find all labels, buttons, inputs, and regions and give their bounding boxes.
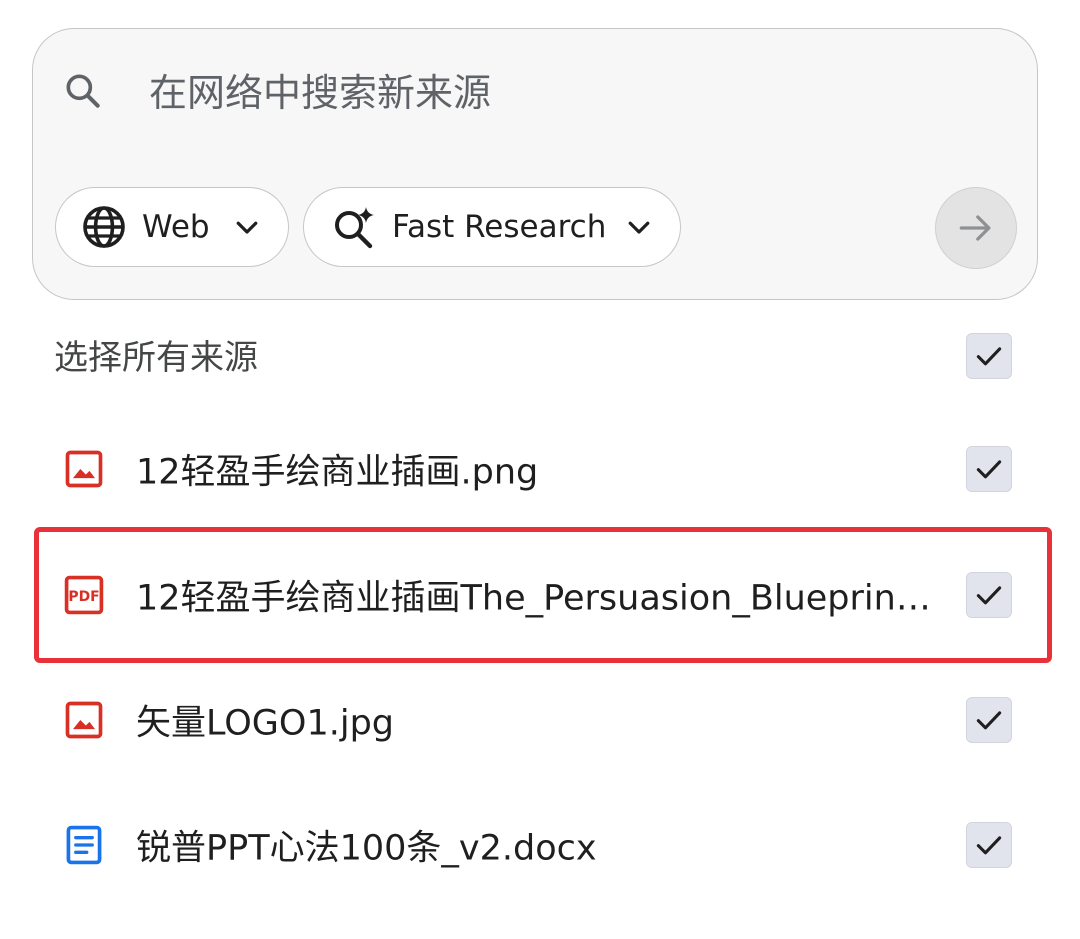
svg-text:PDF: PDF bbox=[68, 589, 99, 605]
search-input[interactable] bbox=[149, 63, 969, 123]
checkmark-icon bbox=[976, 460, 1002, 479]
image-file-icon bbox=[65, 450, 103, 488]
source-name: 12轻盈手绘商业插画.png bbox=[136, 452, 539, 493]
source-checkbox[interactable] bbox=[966, 697, 1012, 743]
source-name: 锐普PPT心法100条_v2.docx bbox=[136, 828, 597, 869]
research-mode-label: Fast Research bbox=[392, 209, 607, 245]
arrow-right-icon bbox=[959, 215, 991, 241]
checkmark-icon bbox=[976, 836, 1002, 855]
source-row[interactable]: PDF 12轻盈手绘商业插画The_Persuasion_Blueprint..… bbox=[40, 540, 1040, 650]
document-file-icon bbox=[66, 825, 102, 865]
source-type-dropdown[interactable]: Web bbox=[55, 187, 289, 267]
checkmark-icon bbox=[976, 347, 1002, 366]
chevron-down-icon bbox=[236, 221, 257, 234]
source-row[interactable]: 锐普PPT心法100条_v2.docx bbox=[40, 790, 1040, 900]
chevron-down-icon bbox=[628, 221, 650, 234]
select-all-label: 选择所有来源 bbox=[54, 338, 258, 378]
submit-button[interactable] bbox=[935, 187, 1017, 269]
pdf-file-icon: PDF bbox=[64, 575, 104, 615]
search-card: Web Fast Research bbox=[32, 28, 1038, 300]
checkmark-icon bbox=[976, 586, 1002, 605]
checkmark-icon bbox=[976, 711, 1002, 730]
source-name: 矢量LOGO1.jpg bbox=[136, 703, 395, 744]
source-checkbox[interactable] bbox=[966, 572, 1012, 618]
sparkle-search-icon bbox=[335, 207, 374, 249]
image-file-icon bbox=[65, 701, 103, 739]
source-name: 12轻盈手绘商业插画The_Persuasion_Blueprint.... bbox=[136, 578, 936, 619]
select-all-checkbox[interactable] bbox=[966, 333, 1012, 379]
source-row[interactable]: 矢量LOGO1.jpg bbox=[40, 665, 1040, 775]
search-icon bbox=[66, 74, 100, 108]
source-type-label: Web bbox=[142, 209, 210, 245]
research-mode-dropdown[interactable]: Fast Research bbox=[303, 187, 681, 267]
source-checkbox[interactable] bbox=[966, 822, 1012, 868]
source-row[interactable]: 12轻盈手绘商业插画.png bbox=[40, 414, 1040, 524]
globe-icon bbox=[83, 206, 125, 248]
source-checkbox[interactable] bbox=[966, 446, 1012, 492]
